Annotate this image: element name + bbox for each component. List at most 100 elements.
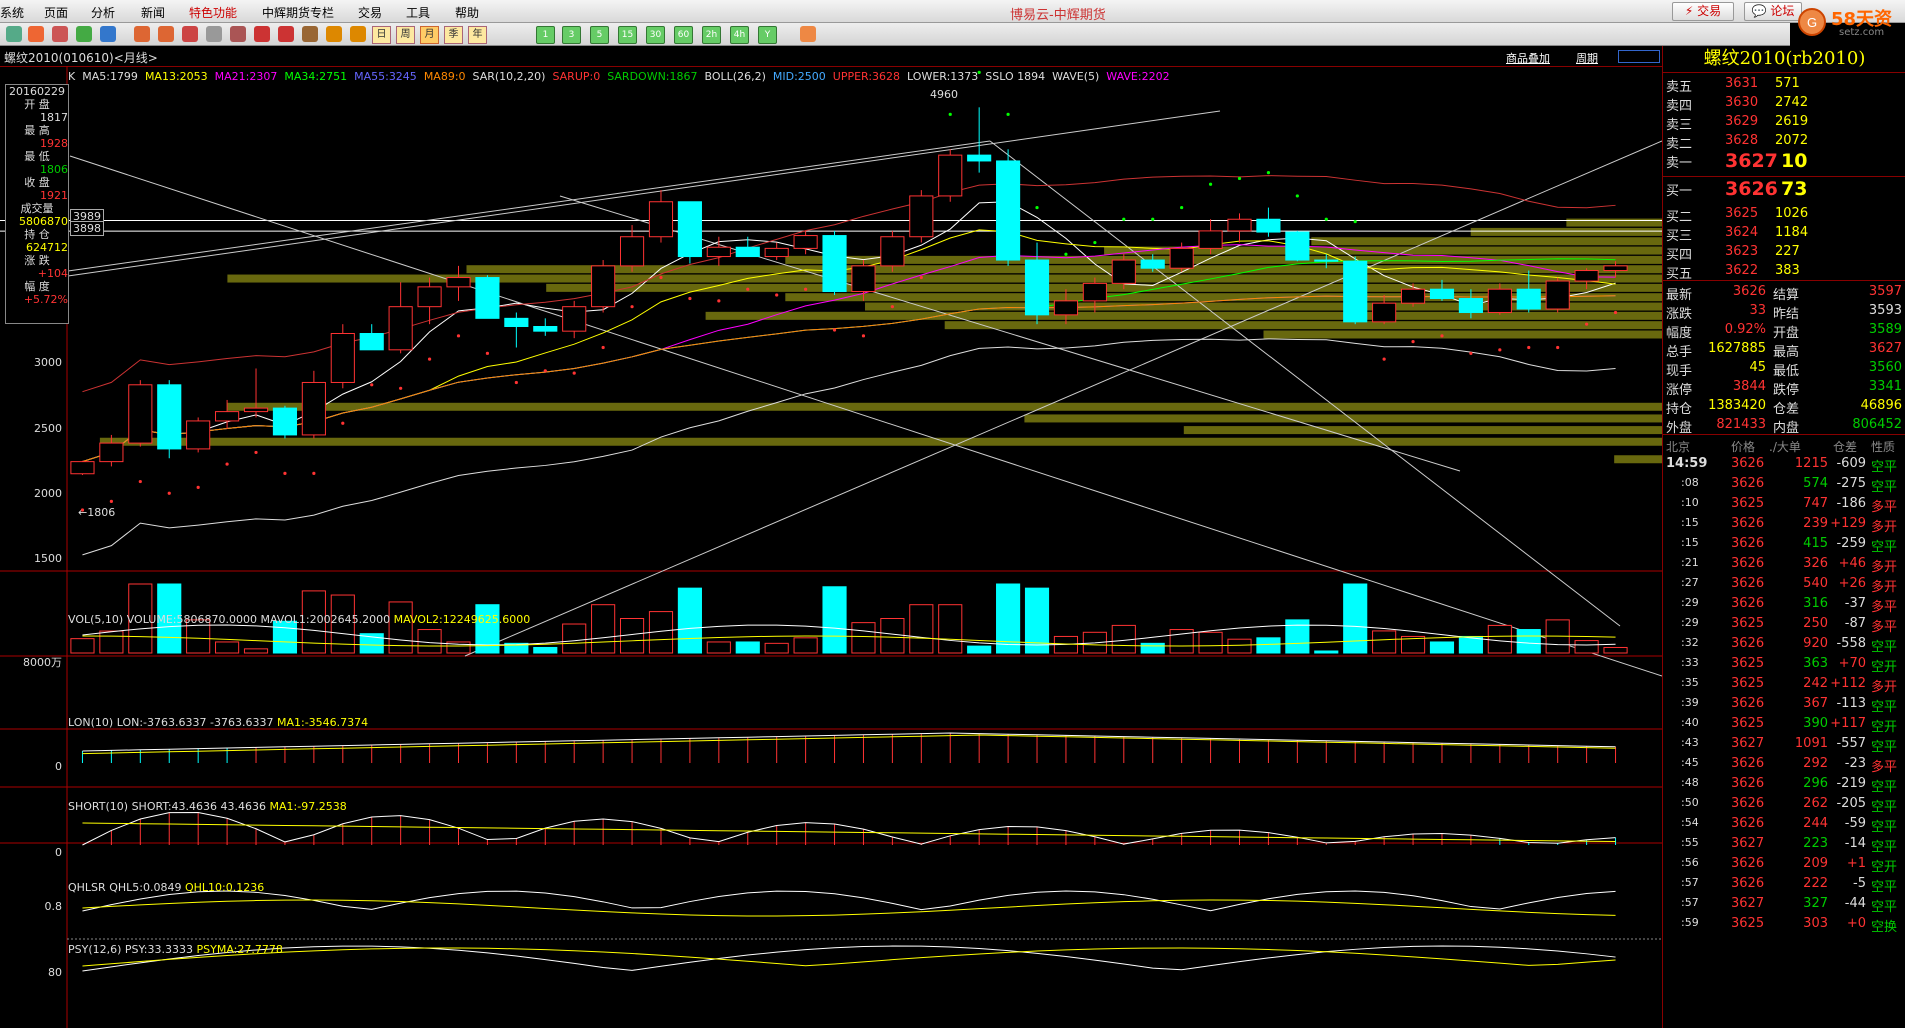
grid-icon[interactable] xyxy=(206,26,222,42)
line-k-icon[interactable] xyxy=(326,26,342,42)
volume-profile-bar xyxy=(1566,218,1662,227)
period-quarter[interactable]: 季 xyxy=(444,26,463,44)
ask-volume: 10 xyxy=(1781,150,1808,172)
filter-icon[interactable] xyxy=(230,26,246,42)
volume-bar xyxy=(215,641,240,654)
bid-row[interactable]: 买四 3623 227 xyxy=(1663,242,1905,263)
tick-nature: 空平 xyxy=(1871,460,1898,475)
period-2h[interactable]: 2h xyxy=(702,26,721,44)
ask-row[interactable]: 卖五 3631 571 xyxy=(1663,74,1905,95)
tick-oi: -557 xyxy=(1836,736,1866,751)
ind-ma21: MA21:2307 xyxy=(214,70,278,83)
tick-nature: 多开 xyxy=(1871,680,1898,695)
period-1min[interactable]: 1 xyxy=(536,26,555,44)
ask-volume: 571 xyxy=(1775,76,1800,91)
ask-row[interactable]: 卖四 3630 2742 xyxy=(1663,93,1905,114)
calendar-icon[interactable] xyxy=(800,26,816,42)
stat-row: 总手 1627885 最高 3627 xyxy=(1663,339,1905,360)
flag-icon[interactable] xyxy=(302,26,318,42)
psy-value: PSY:33.3333 xyxy=(124,943,193,956)
indicator-icon[interactable] xyxy=(350,26,366,42)
period-3min[interactable]: 3 xyxy=(562,26,581,44)
volume-profile-bar xyxy=(1614,455,1662,464)
ask-row[interactable]: 卖三 3629 2619 xyxy=(1663,112,1905,133)
sar-dot xyxy=(717,299,721,303)
draw-icon[interactable] xyxy=(254,26,270,42)
tick-row: :59 3625 303 +0 空换 xyxy=(1663,914,1905,935)
period-month[interactable]: 月 xyxy=(420,26,439,44)
menu-news[interactable]: 新闻 xyxy=(141,4,165,21)
zoom-in-icon[interactable] xyxy=(134,26,150,42)
menu-analysis[interactable]: 分析 xyxy=(91,4,115,21)
chart-area[interactable]: K MA5:1799 MA13:2053 MA21:2307 MA34:2751… xyxy=(0,66,1662,1028)
refresh-icon[interactable] xyxy=(100,26,116,42)
bid-row[interactable]: 买二 3625 1026 xyxy=(1663,204,1905,225)
logo-subtext: setz.com xyxy=(1839,27,1885,38)
sar-dot xyxy=(1613,310,1618,315)
bid-volume: 227 xyxy=(1775,244,1800,259)
sar-dot xyxy=(1093,240,1097,245)
period-year[interactable]: 年 xyxy=(468,26,487,44)
menu-system[interactable]: 系统 xyxy=(0,4,24,21)
tick-price: 3626 xyxy=(1731,636,1765,651)
high-label: 4960 xyxy=(930,88,958,101)
stat-value: 3593 xyxy=(1868,303,1902,318)
lon-axis: 0 xyxy=(55,760,62,773)
menu-tools[interactable]: 工具 xyxy=(406,4,430,21)
chart-icon[interactable] xyxy=(76,26,92,42)
sar-dot xyxy=(1469,351,1473,355)
overlay-link[interactable]: 商品叠加 xyxy=(1506,50,1550,66)
tick-oi: -44 xyxy=(1844,896,1866,911)
period-5min[interactable]: 5 xyxy=(590,26,609,44)
tick-volume: 1215 xyxy=(1794,456,1828,471)
period-15min[interactable]: 15 xyxy=(618,26,637,44)
period-link[interactable]: 周期 xyxy=(1576,50,1598,66)
trade-button[interactable]: ⚡ 交易 xyxy=(1672,2,1734,21)
menu-special[interactable]: 特色功能 xyxy=(189,4,237,21)
quote-icon[interactable] xyxy=(52,26,68,42)
ask-row[interactable]: 卖二 3628 2072 xyxy=(1663,131,1905,152)
tick-volume: 415 xyxy=(1803,536,1828,551)
ind-sslo: SSLO 1894 xyxy=(985,70,1046,83)
tick-oi: -609 xyxy=(1836,456,1866,471)
window-controls-icon[interactable] xyxy=(1618,50,1660,63)
tick-volume: 239 xyxy=(1803,516,1828,531)
sar-dot xyxy=(456,334,461,338)
bid-row[interactable]: 买五 3622 383 xyxy=(1663,261,1905,282)
home-icon[interactable] xyxy=(28,26,44,42)
lon-line xyxy=(82,732,1616,752)
menu-page[interactable]: 页面 xyxy=(44,4,68,21)
menu-zhonghui-column[interactable]: 中辉期货专栏 xyxy=(262,4,334,21)
period-week[interactable]: 周 xyxy=(396,26,415,44)
bid-price: 3625 xyxy=(1725,206,1759,221)
tick-oi: +112 xyxy=(1830,676,1866,691)
qhl10-line xyxy=(82,899,1616,917)
zoom-out-icon[interactable] xyxy=(158,26,174,42)
tick-nature: 空开 xyxy=(1871,720,1898,735)
period-y[interactable]: Y xyxy=(758,26,777,44)
tick-row: :29 3626 316 -37 多平 xyxy=(1663,594,1905,615)
forum-button[interactable]: 💬 论坛 xyxy=(1744,2,1802,21)
tick-price: 3626 xyxy=(1731,516,1765,531)
volume-bar xyxy=(243,648,269,654)
vol-name: VOL(5,10) xyxy=(68,613,124,626)
bid-row[interactable]: 买一 3626 73 xyxy=(1663,178,1905,202)
period-4h[interactable]: 4h xyxy=(730,26,749,44)
sar-dot xyxy=(1237,176,1242,181)
bid-row[interactable]: 买三 3624 1184 xyxy=(1663,223,1905,244)
menu-trade[interactable]: 交易 xyxy=(358,4,382,21)
tick-nature: 空平 xyxy=(1871,540,1898,555)
period-30min[interactable]: 30 xyxy=(646,26,665,44)
back-icon[interactable] xyxy=(6,26,22,42)
period-60min[interactable]: 60 xyxy=(674,26,693,44)
pen-icon[interactable] xyxy=(278,26,294,42)
short-ma-line xyxy=(82,822,1616,843)
menu-help[interactable]: 帮助 xyxy=(455,4,479,21)
period-day[interactable]: 日 xyxy=(372,26,391,44)
tick-price: 3625 xyxy=(1731,656,1765,671)
ask-row[interactable]: 卖一 3627 10 xyxy=(1663,150,1905,174)
sar-dot xyxy=(1527,345,1531,350)
ind-ma13: MA13:2053 xyxy=(144,70,208,83)
search-icon[interactable] xyxy=(182,26,198,42)
sar-dot xyxy=(1035,205,1039,210)
